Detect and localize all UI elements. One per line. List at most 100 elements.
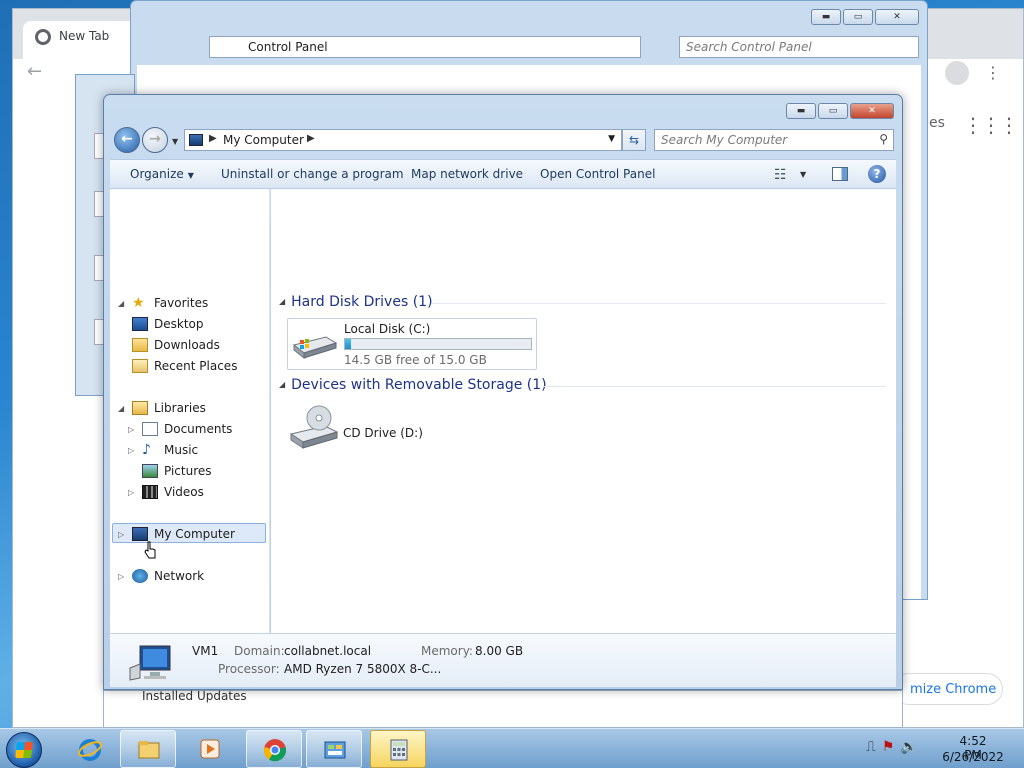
hand-cursor-icon (144, 541, 156, 559)
content-pane: ◢ Hard Disk Drives (1) Local Disk (C:) 14… (271, 189, 896, 633)
close-button[interactable]: ✕ (850, 103, 894, 119)
chrome-menu-icon[interactable]: ⋮ (985, 63, 1001, 82)
taskbar-chrome[interactable] (246, 730, 302, 768)
taskbar-windows-explorer[interactable] (120, 730, 176, 768)
breadcrumb-arrow-icon[interactable]: ▶ (209, 133, 217, 144)
pictures-icon (142, 464, 158, 478)
customize-chrome-button[interactable]: mize Chrome (893, 673, 1003, 705)
installed-updates-link[interactable]: Installed Updates (142, 689, 247, 703)
cp-minimize-button[interactable]: ▬ (811, 9, 841, 25)
collapse-arrow-icon: ▷ (118, 571, 125, 581)
nav-favorites[interactable]: ◢ ★ Favorites (118, 293, 208, 313)
chrome-back-icon[interactable]: ← (27, 61, 42, 82)
cp-search-input[interactable]: Search Control Panel (679, 36, 919, 58)
cp-address-label: Control Panel (248, 40, 328, 54)
nav-network[interactable]: ▷ Network (118, 566, 204, 586)
videos-icon (142, 485, 158, 499)
nav-documents[interactable]: ▷ Documents (128, 419, 232, 439)
nav-recent-places[interactable]: Recent Places (132, 356, 237, 376)
minimize-button[interactable]: ▬ (786, 103, 816, 119)
recent-pages-dropdown-icon[interactable]: ▼ (172, 137, 178, 146)
chrome-icon (263, 739, 287, 762)
taskbar-control-panel[interactable] (306, 730, 362, 768)
clock-date[interactable]: 6/26/2022 (940, 750, 1006, 764)
background-window-bottom: Installed Updates (103, 689, 903, 728)
taskbar: ⎍⚑🔈 4:52 PM 6/26/2022 (0, 728, 1024, 768)
taskbar-internet-explorer[interactable] (62, 730, 118, 768)
preview-pane-icon[interactable] (832, 167, 848, 181)
star-icon: ★ (132, 295, 145, 311)
search-icon[interactable]: ⚲ (879, 132, 888, 146)
nav-music[interactable]: ▷ ♪ Music (128, 440, 198, 460)
cp-maximize-button[interactable]: ▭ (843, 9, 873, 25)
chrome-shortcut-text: es (929, 115, 945, 131)
computer-icon (132, 527, 148, 541)
cd-drive-name[interactable]: CD Drive (D:) (343, 426, 423, 440)
cd-drive-icon[interactable] (289, 404, 339, 450)
start-button[interactable] (6, 732, 42, 768)
help-icon[interactable]: ? (868, 165, 886, 183)
uninstall-program-button[interactable]: Uninstall or change a program (221, 167, 404, 181)
collapse-arrow-icon: ▷ (128, 445, 135, 455)
maximize-button[interactable]: ▭ (818, 103, 848, 119)
folder-icon (138, 741, 160, 759)
chrome-apps-icon[interactable]: ⋮⋮⋮ (963, 113, 1019, 137)
system-tray[interactable]: ⎍⚑🔈 (866, 739, 924, 755)
address-bar[interactable]: ▶ My Computer ▶ ▼ (184, 129, 622, 151)
collapse-arrow-icon: ▷ (128, 424, 135, 434)
calculator-icon (390, 739, 408, 761)
search-placeholder: Search My Computer (661, 133, 788, 147)
expand-arrow-icon: ◢ (118, 403, 125, 413)
taskbar-media-player[interactable] (182, 730, 238, 768)
local-disk-c[interactable]: Local Disk (C:) 14.5 GB free of 15.0 GB (287, 318, 537, 370)
refresh-button[interactable]: ⇆ (622, 129, 646, 151)
nav-videos[interactable]: ▷ Videos (128, 482, 204, 502)
control-panel-icon (324, 741, 346, 759)
processor-label: Processor: (218, 662, 280, 676)
hard-drive-icon (292, 336, 338, 359)
search-input[interactable]: Search My Computer ⚲ (654, 129, 894, 151)
group-header-hard-disk[interactable]: ◢ Hard Disk Drives (1) (279, 294, 433, 310)
action-center-icon: ⚑ (881, 739, 901, 755)
internet-explorer-icon (78, 739, 102, 761)
group-collapse-icon: ◢ (279, 380, 286, 389)
breadcrumb-arrow-icon[interactable]: ▶ (307, 133, 315, 144)
address-label[interactable]: My Computer (223, 133, 304, 147)
desktop-icon (132, 317, 148, 331)
open-control-panel-button[interactable]: Open Control Panel (540, 167, 655, 181)
music-icon: ♪ (142, 442, 151, 458)
computer-icon (189, 134, 203, 146)
navigation-pane: ◢ ★ Favorites Desktop Downloads Recent P… (110, 189, 270, 633)
documents-icon (142, 422, 158, 436)
collapse-arrow-icon: ▷ (118, 529, 125, 539)
recent-places-icon (132, 359, 148, 373)
group-divider (543, 386, 886, 387)
processor-value: AMD Ryzen 7 5800X 8-C... (284, 662, 442, 676)
nav-pictures[interactable]: Pictures (128, 461, 212, 481)
chrome-tab-new-tab[interactable]: New Tab (23, 21, 143, 59)
cp-close-button[interactable]: ✕ (875, 9, 919, 25)
forward-button[interactable]: → (142, 127, 168, 153)
libraries-icon (132, 401, 148, 415)
chrome-tab-title: New Tab (59, 29, 110, 43)
disk-usage-bar (344, 338, 532, 350)
change-view-icon[interactable]: ☷ (774, 167, 787, 183)
network-icon (132, 569, 148, 583)
view-options-dropdown-icon[interactable]: ▼ (800, 170, 806, 179)
computer-monitor-icon (129, 645, 171, 681)
chrome-profile-icon[interactable] (945, 61, 969, 85)
address-dropdown-icon[interactable]: ▼ (608, 134, 615, 144)
chrome-icon (35, 29, 51, 45)
cp-address-bar[interactable]: Control Panel (209, 36, 641, 58)
nav-desktop[interactable]: Desktop (132, 314, 204, 334)
command-bar: Organize ▼ Uninstall or change a program … (110, 159, 896, 189)
nav-my-computer[interactable]: ▷ My Computer (118, 524, 235, 544)
organize-button[interactable]: Organize ▼ (130, 167, 194, 181)
back-button[interactable]: ← (114, 127, 140, 153)
volume-icon: 🔈 (900, 739, 924, 755)
group-header-removable[interactable]: ◢ Devices with Removable Storage (1) (279, 377, 547, 393)
nav-libraries[interactable]: ◢ Libraries (118, 398, 206, 418)
map-network-drive-button[interactable]: Map network drive (411, 167, 523, 181)
nav-downloads[interactable]: Downloads (132, 335, 220, 355)
taskbar-calculator[interactable] (370, 730, 426, 768)
